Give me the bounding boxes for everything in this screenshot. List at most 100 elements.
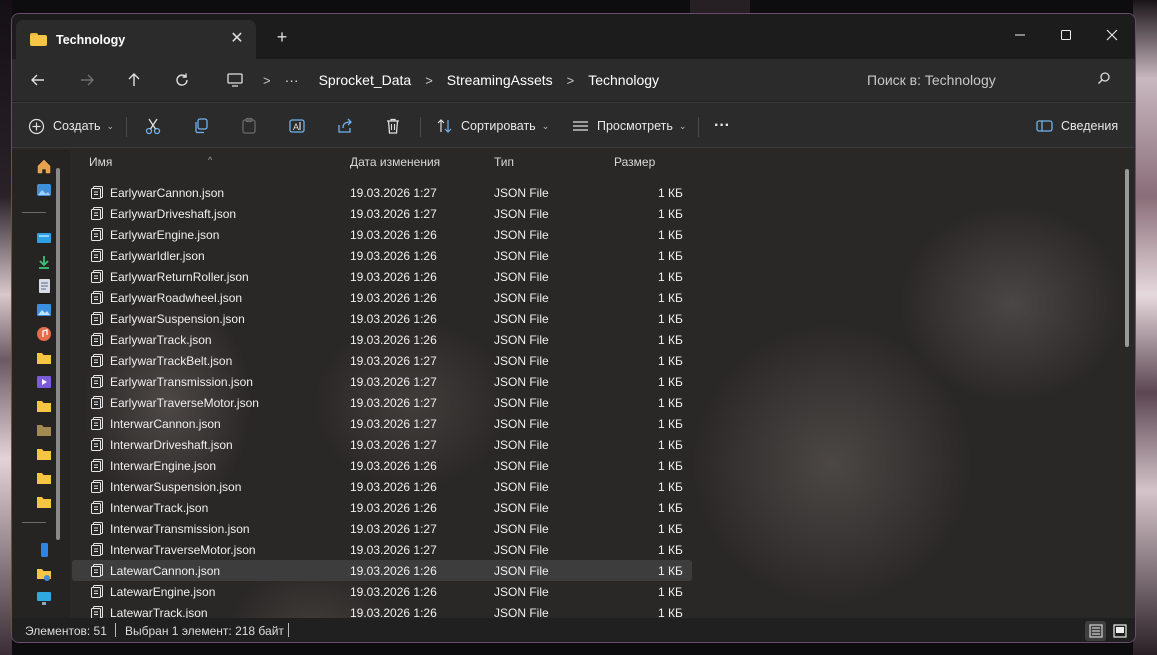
tiles-view-button[interactable]	[1109, 621, 1130, 641]
home-icon[interactable]	[36, 158, 52, 174]
file-type: JSON File	[494, 480, 549, 494]
folder-icon[interactable]	[36, 422, 52, 438]
file-date: 19.03.2026 1:26	[350, 291, 437, 305]
copy-button[interactable]	[190, 115, 212, 137]
file-row[interactable]: InterwarTraverseMotor.json 19.03.2026 1:2…	[72, 539, 692, 560]
file-list-scrollbar[interactable]	[1125, 169, 1129, 347]
view-button[interactable]: Просмотреть ⌄	[572, 111, 686, 141]
videos-icon[interactable]	[36, 374, 52, 390]
folder-icon[interactable]	[36, 350, 52, 366]
file-size: 1 КБ	[658, 396, 683, 410]
breadcrumb-item-streamingassets[interactable]: StreamingAssets	[447, 72, 553, 88]
column-header-type[interactable]: Тип	[494, 155, 514, 169]
details-pane-icon	[1036, 120, 1053, 132]
more-options-button[interactable]: ···	[714, 111, 730, 141]
this-pc-icon[interactable]	[36, 590, 52, 606]
share-button[interactable]	[334, 115, 356, 137]
maximize-button[interactable]	[1043, 20, 1089, 50]
cut-button[interactable]	[142, 115, 164, 137]
tab-technology[interactable]: Technology ✕	[16, 20, 256, 59]
file-row[interactable]: EarlywarTrack.json 19.03.2026 1:26 JSON Fi…	[72, 329, 692, 350]
folder-icon[interactable]	[36, 494, 52, 510]
details-view-button[interactable]	[1085, 621, 1106, 641]
file-row[interactable]: EarlywarReturnRoller.json 19.03.2026 1:26…	[72, 266, 692, 287]
desktop-background-top	[690, 0, 750, 14]
file-row[interactable]: EarlywarTrackBelt.json 19.03.2026 1:27 JSO…	[72, 350, 692, 371]
file-row[interactable]: EarlywarTransmission.json 19.03.2026 1:27…	[72, 371, 692, 392]
column-header-date[interactable]: Дата изменения	[350, 155, 440, 169]
music-icon[interactable]	[36, 326, 52, 342]
file-row[interactable]: InterwarTrack.json 19.03.2026 1:26 JSON Fi…	[72, 497, 692, 518]
desktop-background-right	[1133, 0, 1157, 655]
file-row[interactable]: LatewarEngine.json 19.03.2026 1:26 JSON Fi…	[72, 581, 692, 602]
file-name: EarlywarSuspension.json	[110, 312, 245, 326]
file-row[interactable]: EarlywarSuspension.json 19.03.2026 1:26 JS…	[72, 308, 692, 329]
breadcrumb-separator[interactable]: >	[425, 73, 433, 88]
file-row[interactable]: EarlywarIdler.json 19.03.2026 1:26 JSON Fi…	[72, 245, 692, 266]
details-view-icon	[1089, 624, 1102, 638]
file-row[interactable]: InterwarEngine.json 19.03.2026 1:26 JSON F…	[72, 455, 692, 476]
file-size: 1 КБ	[658, 291, 683, 305]
file-row[interactable]: LatewarCannon.json 19.03.2026 1:26 JSON Fi…	[72, 560, 692, 581]
file-row[interactable]: EarlywarTraverseMotor.json 19.03.2026 1:2…	[72, 392, 692, 413]
folder-icon[interactable]	[36, 398, 52, 414]
tab-close-button[interactable]: ✕	[228, 30, 246, 48]
column-header-name[interactable]: Имя	[89, 155, 112, 169]
breadcrumb-separator[interactable]: >	[567, 73, 575, 88]
sort-button[interactable]: Сортировать ⌄	[436, 111, 549, 141]
forward-button[interactable]	[73, 67, 101, 93]
downloads-icon[interactable]	[36, 254, 52, 270]
create-button[interactable]: Создать ⌄	[28, 111, 114, 141]
file-row[interactable]: InterwarCannon.json 19.03.2026 1:27 JSON F…	[72, 413, 692, 434]
rename-icon: A	[289, 119, 305, 133]
new-tab-button[interactable]: +	[272, 28, 292, 46]
file-date: 19.03.2026 1:27	[350, 543, 437, 557]
file-explorer-window: Technology ✕ + > ··· Sprocket_Data > Str…	[11, 13, 1136, 643]
separator	[698, 117, 699, 137]
paste-button[interactable]	[238, 115, 260, 137]
column-header-size[interactable]: Размер	[614, 155, 655, 169]
item-count: Элементов: 51	[25, 624, 107, 638]
arrow-right-icon	[81, 74, 94, 86]
file-row[interactable]: InterwarTransmission.json 19.03.2026 1:27…	[72, 518, 692, 539]
up-button[interactable]	[120, 67, 148, 93]
file-row[interactable]: EarlywarEngine.json 19.03.2026 1:26 JSON F…	[72, 224, 692, 245]
file-row[interactable]: InterwarDriveshaft.json 19.03.2026 1:27 JS…	[72, 434, 692, 455]
file-date: 19.03.2026 1:26	[350, 270, 437, 284]
breadcrumb-more-button[interactable]: ···	[285, 72, 299, 88]
pictures-icon[interactable]	[36, 302, 52, 318]
file-row[interactable]: InterwarSuspension.json 19.03.2026 1:26 JS…	[72, 476, 692, 497]
documents-icon[interactable]	[36, 278, 52, 294]
search-icon	[1098, 72, 1110, 84]
close-window-button[interactable]	[1089, 20, 1135, 50]
file-row[interactable]: EarlywarRoadwheel.json 19.03.2026 1:26 JSO…	[72, 287, 692, 308]
status-separator	[288, 623, 289, 637]
search-input[interactable]: Поиск в: Technology	[867, 65, 1117, 95]
chevron-down-icon: ⌄	[541, 120, 550, 131]
file-name: EarlywarTrackBelt.json	[110, 354, 233, 368]
create-label: Создать	[53, 119, 101, 133]
sidebar-scrollbar[interactable]	[56, 168, 60, 540]
breadcrumb-item-technology[interactable]: Technology	[588, 72, 659, 88]
breadcrumb-item-sprocket-data[interactable]: Sprocket_Data	[319, 72, 412, 88]
file-name: EarlywarDriveshaft.json	[110, 207, 237, 221]
back-button[interactable]	[24, 67, 52, 93]
gallery-icon[interactable]	[36, 182, 52, 198]
file-type: JSON File	[494, 249, 549, 263]
file-size: 1 КБ	[658, 249, 683, 263]
file-row[interactable]: EarlywarCannon.json 19.03.2026 1:27 JSON F…	[72, 182, 692, 203]
file-row[interactable]: EarlywarDriveshaft.json 19.03.2026 1:27 JS…	[72, 203, 692, 224]
file-name: InterwarCannon.json	[110, 417, 221, 431]
delete-button[interactable]	[382, 115, 404, 137]
details-pane-button[interactable]: Сведения	[1036, 111, 1118, 141]
file-rows: EarlywarCannon.json 19.03.2026 1:27 JSON F…	[72, 182, 692, 623]
folder-icon[interactable]	[36, 470, 52, 486]
phone-icon[interactable]	[36, 542, 52, 558]
file-size: 1 КБ	[658, 186, 683, 200]
rename-button[interactable]: A	[286, 115, 308, 137]
desktop-icon[interactable]	[36, 230, 52, 246]
refresh-button[interactable]	[168, 67, 196, 93]
minimize-button[interactable]	[997, 20, 1043, 50]
folder-icon[interactable]	[36, 446, 52, 462]
network-folder-icon[interactable]	[36, 566, 52, 582]
